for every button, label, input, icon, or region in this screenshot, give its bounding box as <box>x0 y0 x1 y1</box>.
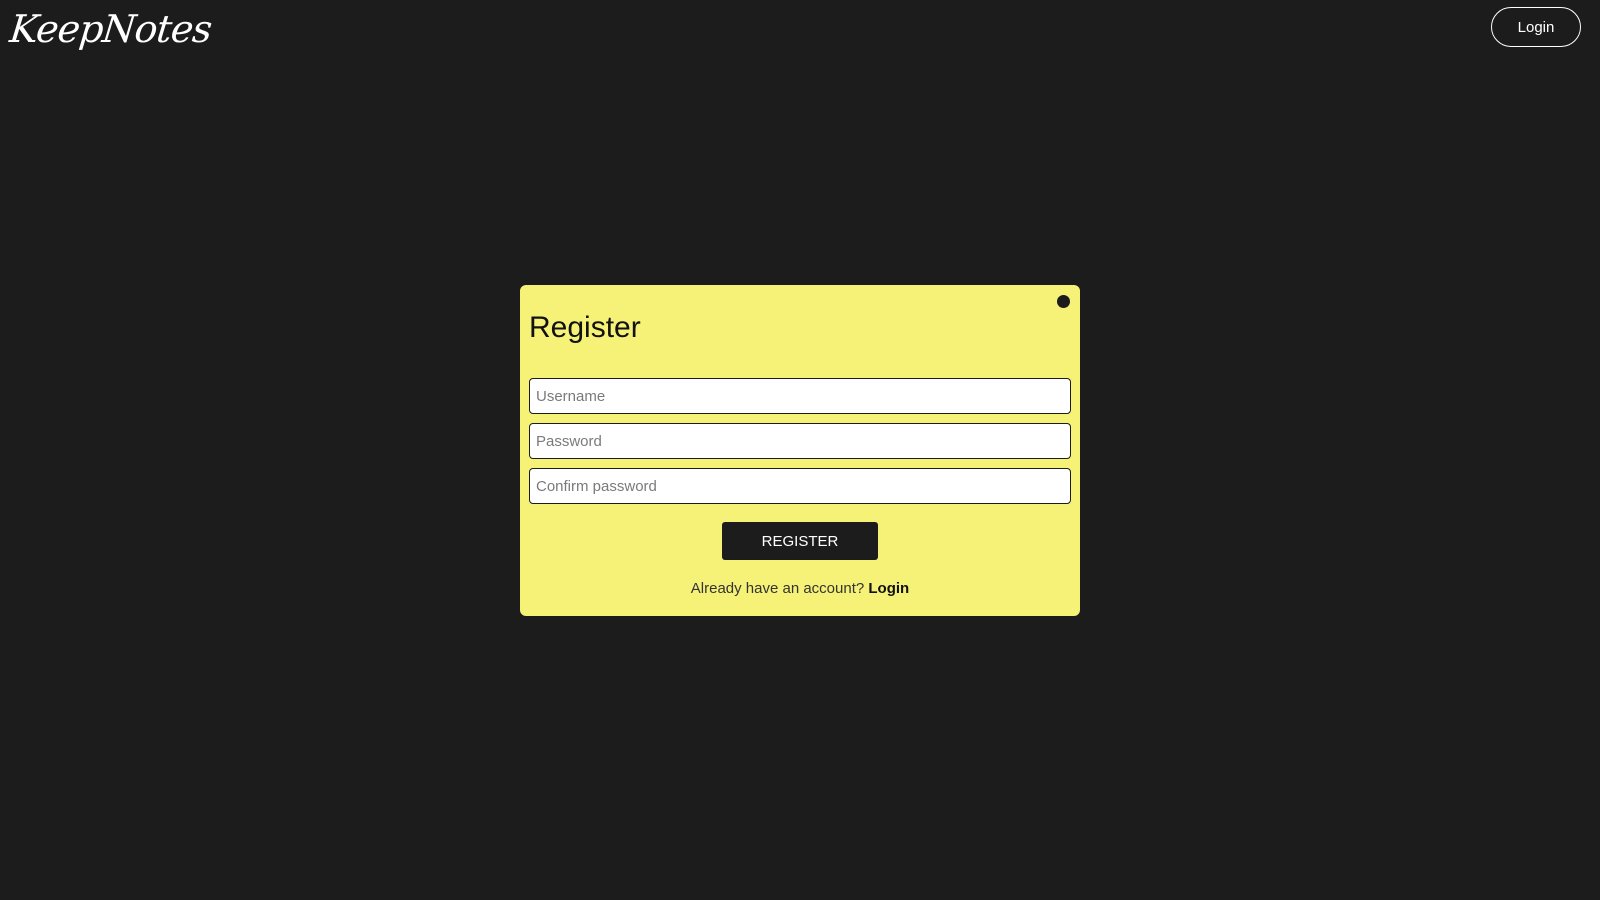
keepnotes-logo[interactable]: KeepNotes <box>7 2 214 56</box>
close-dot-icon[interactable] <box>1057 295 1070 308</box>
login-link[interactable]: Login <box>868 580 909 597</box>
register-title: Register <box>529 311 641 344</box>
username-input[interactable] <box>529 378 1071 414</box>
password-input[interactable] <box>529 423 1071 459</box>
register-button[interactable]: REGISTER <box>722 522 878 560</box>
header-login-button[interactable]: Login <box>1491 7 1581 47</box>
confirm-password-input[interactable] <box>529 468 1071 504</box>
login-prompt-text: Already have an account? <box>690 580 865 597</box>
login-prompt: Already have an account? Login <box>520 580 1080 597</box>
top-header: KeepNotes Login <box>0 0 1600 60</box>
register-card: Register REGISTER Already have an accoun… <box>520 285 1080 616</box>
